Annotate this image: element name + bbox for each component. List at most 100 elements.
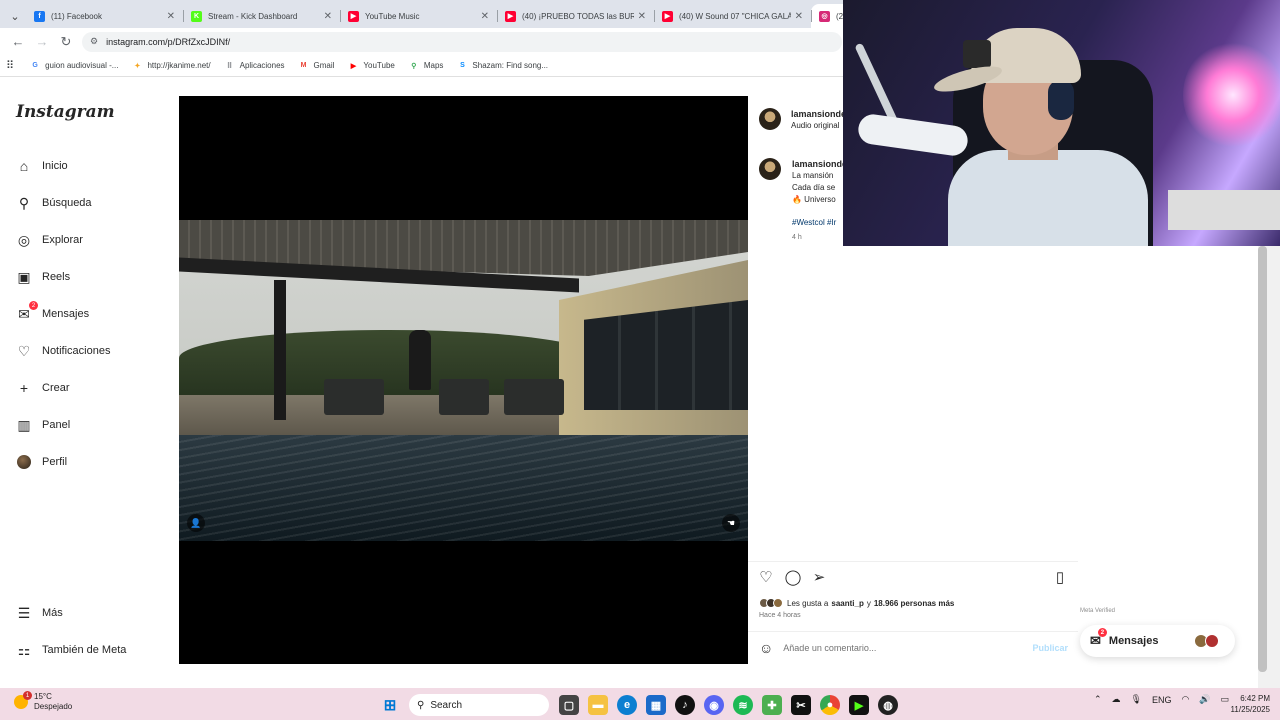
windows-start-icon[interactable]: ⊞ bbox=[380, 695, 400, 715]
messages-pill[interactable]: ✉ 2 Mensajes bbox=[1080, 625, 1235, 657]
store-icon[interactable]: ▦ bbox=[646, 695, 666, 715]
instagram-logo[interactable]: Instagram bbox=[16, 102, 115, 122]
webcam-overlay bbox=[843, 0, 1280, 246]
tab-search-chevron-icon[interactable]: ⌄ bbox=[4, 4, 26, 28]
site-info-icon[interactable]: ⚙ bbox=[90, 36, 98, 47]
caption-hashtags[interactable]: #Westcol #Ir bbox=[792, 218, 836, 227]
sidebar-item-crear[interactable]: + Crear bbox=[16, 380, 70, 396]
sidebar-item-reels[interactable]: ▣ Reels bbox=[16, 269, 70, 285]
conversation-avatar bbox=[1205, 634, 1220, 648]
task-view-icon[interactable]: ▢ bbox=[559, 695, 579, 715]
save-bookmark-icon[interactable]: ▯ bbox=[1051, 568, 1069, 586]
bookmark-item[interactable]: ⠿ Aplicaciones bbox=[225, 61, 285, 71]
discord-icon[interactable]: ◉ bbox=[704, 695, 724, 715]
browser-tab[interactable]: K Stream - Kick Dashboard ✕ bbox=[183, 4, 340, 28]
bookmark-item[interactable]: ✦ http://jkanime.net/ bbox=[132, 61, 211, 71]
sidebar-item-mensajes[interactable]: ✉ 2 Mensajes bbox=[16, 301, 89, 322]
close-tab-icon[interactable]: ✕ bbox=[324, 11, 332, 22]
weather-desc: Despejado bbox=[34, 702, 73, 711]
comment-bubble-icon[interactable]: ◯ bbox=[784, 568, 802, 586]
address-bar[interactable]: ⚙ instagram.com/p/DRfZxcJDINf/ bbox=[82, 31, 842, 52]
input-language[interactable]: ENG bbox=[1152, 695, 1172, 705]
sidebar-item-inicio[interactable]: ⌂ Inicio bbox=[16, 158, 68, 174]
messages-pill-label: Mensajes bbox=[1108, 635, 1159, 647]
file-explorer-icon[interactable]: ▬ bbox=[588, 695, 608, 715]
streaming-app-icon[interactable]: ▶ bbox=[849, 695, 869, 715]
bookmark-label: http://jkanime.net/ bbox=[147, 61, 211, 70]
reel-video[interactable]: 👤 ☚ bbox=[179, 96, 748, 664]
youtube-icon: ▶ bbox=[662, 10, 673, 22]
tray-overflow-icon[interactable]: ⌃ bbox=[1094, 694, 1102, 705]
share-send-icon[interactable]: ➢ bbox=[810, 568, 828, 586]
close-tab-icon[interactable]: ✕ bbox=[638, 11, 646, 22]
caption-line-1: La mansión bbox=[792, 171, 834, 180]
emoji-icon[interactable]: ☺ bbox=[759, 640, 773, 656]
gmail-icon: M bbox=[300, 62, 307, 69]
sidebar-item-meta[interactable]: ⚏ También de Meta bbox=[16, 642, 127, 658]
clock-time: 6:42 PM bbox=[1240, 694, 1270, 703]
close-tab-icon[interactable]: ✕ bbox=[795, 11, 803, 22]
tab-title: (40) ¡PRUEBO TODAS las BURGE bbox=[522, 11, 634, 21]
reels-icon: ▣ bbox=[17, 268, 31, 285]
clock[interactable]: 6:42 PM 11/25/2025 bbox=[1226, 693, 1270, 715]
back-arrow-icon[interactable]: ← bbox=[6, 31, 30, 53]
youtube-music-icon: ▶ bbox=[348, 10, 359, 22]
bookmark-item[interactable]: ▶ YouTube bbox=[348, 61, 395, 71]
sidebar-item-explorar[interactable]: ◎ Explorar bbox=[16, 232, 83, 248]
apps-launcher-icon[interactable]: ⠿ bbox=[6, 59, 14, 72]
spotify-icon[interactable]: ≋ bbox=[733, 695, 753, 715]
dashboard-icon: ▥ bbox=[17, 416, 31, 433]
caption-line-2: Cada día se bbox=[792, 183, 836, 192]
bookmark-label: YouTube bbox=[363, 61, 395, 70]
taskbar-search[interactable]: ⚲ Search bbox=[409, 694, 549, 716]
tagged-users-icon[interactable]: 👤 bbox=[187, 514, 205, 532]
close-tab-icon[interactable]: ✕ bbox=[481, 11, 489, 22]
capcut-icon[interactable]: ✂ bbox=[791, 695, 811, 715]
bookmark-item[interactable]: ⚲ Maps bbox=[409, 61, 443, 71]
sidebar-item-notificaciones[interactable]: ♡ Notificaciones bbox=[16, 343, 111, 359]
author-avatar[interactable] bbox=[759, 108, 781, 130]
caption-avatar[interactable] bbox=[759, 158, 781, 180]
app-green-icon[interactable]: ✚ bbox=[762, 695, 782, 715]
audio-toggle-icon[interactable]: ☚ bbox=[722, 514, 740, 532]
browser-tab[interactable]: ▶ (40) ¡PRUEBO TODAS las BURGE ✕ bbox=[497, 4, 654, 28]
browser-tab[interactable]: ▶ (40) W Sound 07 "CHICA GALÁ ✕ bbox=[654, 4, 811, 28]
author-username[interactable]: lamansionde bbox=[791, 109, 846, 119]
sidebar-item-perfil[interactable]: Perfil bbox=[16, 454, 67, 470]
wifi-icon[interactable]: ◠ bbox=[1182, 694, 1190, 705]
sidebar-item-panel[interactable]: ▥ Panel bbox=[16, 417, 70, 433]
browser-tab[interactable]: ▶ YouTube Music ✕ bbox=[340, 4, 497, 28]
forward-arrow-icon[interactable]: → bbox=[30, 31, 54, 53]
like-heart-icon[interactable]: ♡ bbox=[757, 568, 775, 586]
menu-icon: ☰ bbox=[17, 604, 31, 621]
bookmark-item[interactable]: S Shazam: Find song... bbox=[457, 61, 548, 71]
likes-count[interactable]: 18.966 personas más bbox=[874, 599, 955, 608]
close-tab-icon[interactable]: ✕ bbox=[167, 11, 175, 22]
posted-ago[interactable]: Hace 4 horas bbox=[759, 612, 801, 619]
edge-icon[interactable]: e bbox=[617, 695, 637, 715]
audio-label[interactable]: Audio original bbox=[791, 121, 839, 130]
weather-widget[interactable]: 1 15°C Despejado bbox=[14, 691, 73, 712]
onedrive-icon[interactable]: ☁ bbox=[1112, 694, 1121, 705]
reload-icon[interactable]: ↻ bbox=[54, 31, 78, 53]
likes-user[interactable]: saanti_p bbox=[831, 599, 863, 608]
notification-badge: 2 bbox=[29, 301, 38, 310]
sidebar-item-menu[interactable]: ☰ Más bbox=[16, 605, 63, 621]
chrome-icon[interactable]: ● bbox=[820, 695, 840, 715]
obs-icon[interactable]: ◍ bbox=[878, 695, 898, 715]
meta-verified-link[interactable]: Meta Verified bbox=[1080, 608, 1115, 614]
comment-input[interactable]: Añade un comentario... bbox=[783, 643, 1032, 653]
scrollbar-thumb[interactable] bbox=[1258, 246, 1267, 672]
video-frame bbox=[179, 220, 748, 541]
caption-username[interactable]: lamansionde bbox=[792, 159, 847, 169]
volume-icon[interactable]: 🔊 bbox=[1199, 694, 1210, 705]
browser-tab[interactable]: f (11) Facebook ✕ bbox=[26, 4, 183, 28]
profile-avatar bbox=[16, 454, 32, 470]
sidebar-item-bsqueda[interactable]: ⚲ Búsqueda bbox=[16, 195, 92, 211]
url-text: instagram.com/p/DRfZxcJDINf/ bbox=[106, 36, 231, 47]
tiktok-icon[interactable]: ♪ bbox=[675, 695, 695, 715]
bookmark-item[interactable]: M Gmail bbox=[299, 61, 335, 71]
publish-button[interactable]: Publicar bbox=[1032, 643, 1068, 653]
microphone-icon[interactable]: 🎙 bbox=[1131, 694, 1142, 705]
bookmark-item[interactable]: Gguion audiovisual -... bbox=[30, 61, 118, 71]
